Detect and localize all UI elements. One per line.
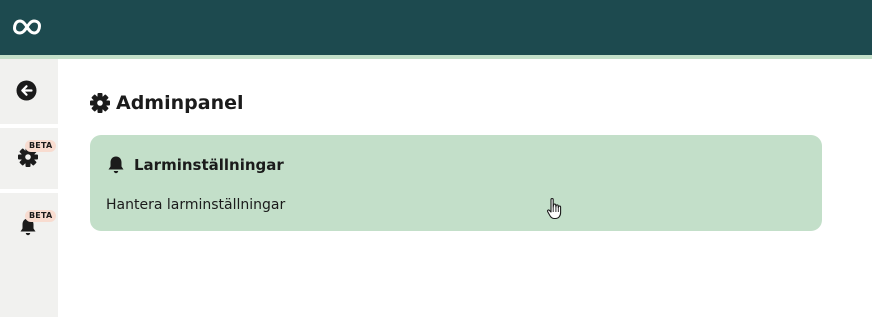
page-title: Adminpanel: [116, 92, 244, 114]
top-bar-accent: [0, 55, 872, 59]
top-bar: [0, 0, 872, 55]
card-title: Larminställningar: [134, 156, 284, 174]
sidebar-item-alarms[interactable]: BETA: [0, 193, 58, 317]
beta-badge: BETA: [25, 210, 57, 222]
alarm-settings-card[interactable]: Larminställningar Hantera larminställnin…: [90, 135, 822, 231]
infinity-logo-icon[interactable]: [13, 17, 41, 37]
hand-pointer-icon: [546, 198, 562, 220]
back-arrow-icon: [16, 80, 37, 101]
bell-icon: [108, 156, 124, 174]
sidebar: BETA BETA: [0, 59, 58, 317]
card-description: Hantera larminställningar: [106, 197, 286, 213]
beta-badge: BETA: [25, 140, 57, 152]
page-title-row: Adminpanel: [90, 91, 244, 115]
gear-icon: [90, 93, 110, 113]
sidebar-item-back[interactable]: [0, 59, 58, 124]
card-header: Larminställningar: [107, 154, 284, 176]
sidebar-item-admin[interactable]: BETA: [0, 128, 58, 189]
